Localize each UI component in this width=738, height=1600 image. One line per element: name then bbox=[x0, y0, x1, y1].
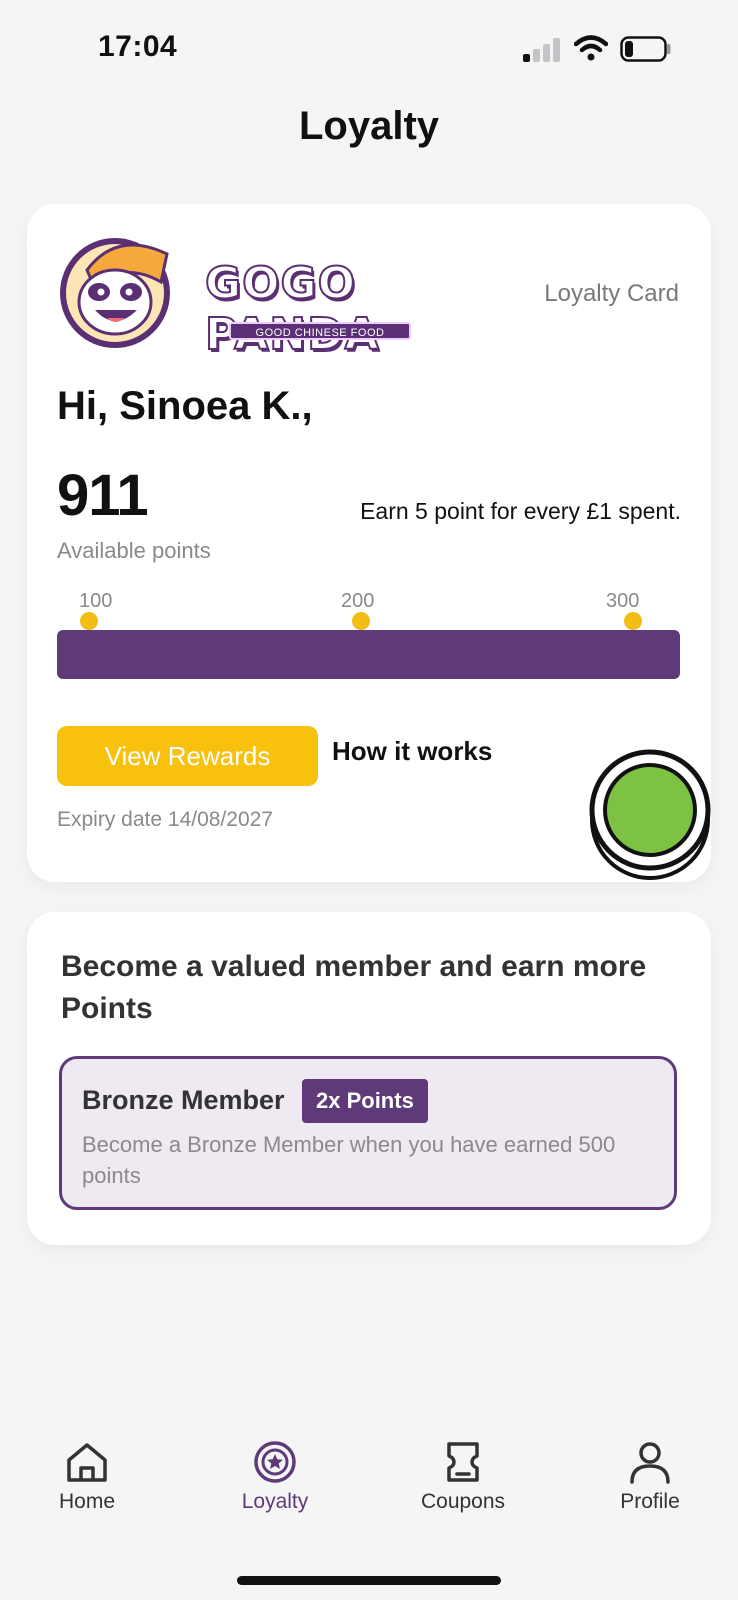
points-label: Available points bbox=[57, 538, 211, 563]
tab-coupons[interactable]: Coupons bbox=[398, 1440, 528, 1540]
tab-label: Loyalty bbox=[241, 1490, 309, 1513]
brand-name: GOGO PANDA bbox=[204, 257, 380, 361]
milestone-label: 200 bbox=[341, 590, 375, 612]
brand-logo: GOGO PANDA GOOD CHINESE FOOD bbox=[57, 232, 417, 361]
milestone-label: 300 bbox=[606, 590, 640, 612]
floating-action-button[interactable] bbox=[580, 744, 711, 882]
expiry-date: Expiry date 14/08/2027 bbox=[57, 808, 273, 831]
home-icon bbox=[67, 1443, 107, 1482]
membership-title: Become a valued member and earn more Poi… bbox=[61, 950, 647, 1025]
membership-card: Become a valued member and earn more Poi… bbox=[27, 912, 711, 1245]
status-bar: 17:04 bbox=[0, 0, 738, 100]
tier-name: Bronze Member bbox=[82, 1085, 285, 1115]
tab-loyalty[interactable]: Loyalty bbox=[210, 1440, 340, 1540]
tab-home[interactable]: Home bbox=[22, 1440, 152, 1540]
brand-tagline: GOOD CHINESE FOOD bbox=[229, 322, 411, 340]
milestone-label: 100 bbox=[79, 590, 113, 612]
coupon-icon bbox=[447, 1442, 479, 1482]
milestone-dot bbox=[624, 612, 642, 630]
tab-label: Home bbox=[58, 1490, 116, 1513]
milestone-dot bbox=[80, 612, 98, 630]
points-value: 911 bbox=[57, 463, 149, 528]
card-type-label: Loyalty Card bbox=[544, 280, 679, 307]
status-time: 17:04 bbox=[98, 30, 178, 63]
how-it-works-link[interactable]: How it works bbox=[332, 736, 492, 767]
tab-label: Profile bbox=[620, 1490, 680, 1513]
profile-icon bbox=[630, 1442, 670, 1484]
view-rewards-button[interactable]: View Rewards bbox=[57, 726, 318, 786]
tab-profile[interactable]: Profile bbox=[585, 1440, 715, 1540]
cellular-signal-icon bbox=[523, 38, 563, 62]
tier-card-bronze[interactable]: Bronze Member 2x Points Become a Bronze … bbox=[59, 1056, 677, 1210]
loyalty-icon bbox=[254, 1441, 296, 1483]
milestone-dot bbox=[352, 612, 370, 630]
tab-label: Coupons bbox=[420, 1490, 506, 1513]
loyalty-card: GOGO PANDA GOOD CHINESE FOOD Loyalty Car… bbox=[27, 204, 711, 882]
battery-icon bbox=[620, 36, 671, 62]
earn-rate-text: Earn 5 point for every £1 spent. bbox=[360, 498, 681, 524]
tier-multiplier-badge: 2x Points bbox=[302, 1079, 428, 1123]
greeting: Hi, Sinoea K., bbox=[57, 384, 313, 428]
points-progress-bar bbox=[57, 630, 680, 679]
page-title: Loyalty bbox=[298, 104, 440, 148]
wifi-icon bbox=[574, 35, 608, 61]
tier-description: Become a Bronze Member when you have ear… bbox=[82, 1132, 616, 1188]
home-indicator bbox=[237, 1576, 501, 1585]
panda-mascot-icon bbox=[60, 238, 170, 348]
